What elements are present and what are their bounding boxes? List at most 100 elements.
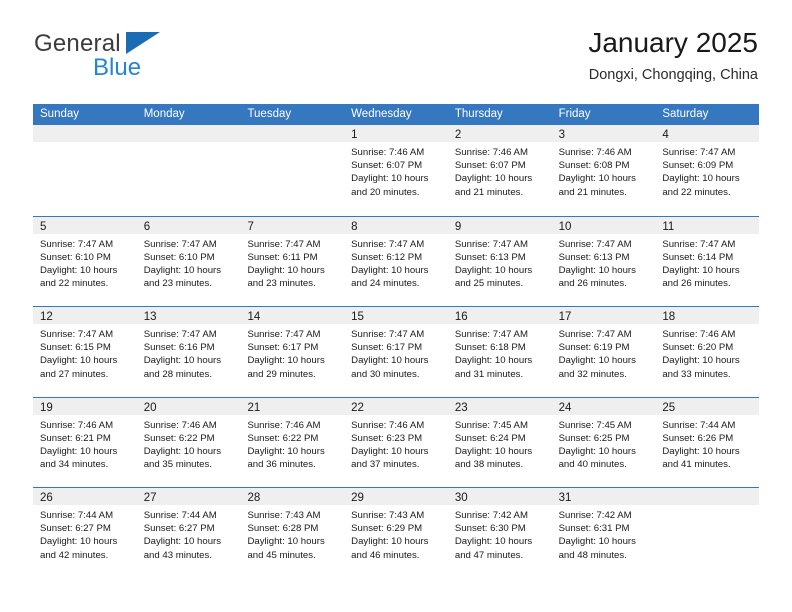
sunset-text: Sunset: 6:09 PM — [662, 160, 734, 172]
calendar-day-cell[interactable]: 28 Sunrise: 7:43 AM Sunset: 6:28 PM Dayligh… — [240, 488, 345, 578]
calendar-day-cell[interactable]: 25 Sunrise: 7:44 AM Sunset: 6:26 PM Dayligh… — [655, 397, 760, 488]
day-number: 11 — [662, 220, 675, 233]
daylight-text: Daylight: 10 hours — [662, 173, 740, 185]
calendar-day-cell[interactable]: 20 Sunrise: 7:46 AM Sunset: 6:22 PM Dayligh… — [136, 397, 241, 488]
day-details: Sunrise: 7:47 AM Sunset: 6:13 PM Daylight:… — [552, 234, 656, 291]
day-details: Sunrise: 7:46 AM Sunset: 6:21 PM Daylight:… — [33, 415, 137, 472]
daylight-text: Daylight: 10 hours — [351, 536, 429, 548]
day-number-band: 1 — [344, 125, 448, 142]
day-number-band: 25 — [655, 397, 760, 415]
sunrise-text: Sunrise: 7:46 AM — [351, 419, 425, 431]
sunset-text: Sunset: 6:15 PM — [40, 342, 111, 354]
day-number: 17 — [558, 311, 572, 323]
sunrise-text: Sunrise: 7:46 AM — [351, 147, 425, 158]
day-details: Sunrise: 7:46 AM Sunset: 6:08 PM Daylight:… — [552, 142, 656, 199]
calendar-day-cell[interactable]: 19 Sunrise: 7:46 AM Sunset: 6:21 PM Dayligh… — [33, 397, 137, 488]
daylight-text: Daylight: 10 hours — [351, 355, 429, 367]
daylight-text: Daylight: 10 hours — [558, 173, 636, 185]
sunset-text: Sunset: 6:25 PM — [558, 432, 630, 444]
page-header: General Blue January 2025 Dongxi, Chongq… — [34, 26, 758, 94]
daylight-text: Daylight: 10 hours — [558, 264, 636, 276]
calendar-day-cell[interactable]: 1 Sunrise: 7:46 AM Sunset: 6:07 PM Daylight… — [344, 125, 448, 216]
weekday-header-sunday: Sunday — [40, 108, 80, 120]
day-details: Sunrise: 7:47 AM Sunset: 6:17 PM Daylight:… — [240, 324, 344, 381]
day-number: 18 — [662, 311, 676, 323]
day-details: Sunrise: 7:47 AM Sunset: 6:10 PM Daylight:… — [137, 234, 241, 291]
day-number-band: 16 — [447, 307, 552, 324]
sunset-text: Sunset: 6:22 PM — [247, 432, 319, 444]
sunrise-text: Sunrise: 7:47 AM — [247, 329, 321, 340]
calendar-day-cell[interactable]: 17 Sunrise: 7:47 AM Sunset: 6:19 PM Dayligh… — [551, 307, 656, 397]
calendar-day-cell[interactable]: 11 Sunrise: 7:47 AM Sunset: 6:14 PM Dayligh… — [655, 216, 760, 307]
calendar-day-cell[interactable]: 26 Sunrise: 7:44 AM Sunset: 6:27 PM Dayligh… — [33, 488, 137, 578]
day-number: 27 — [143, 492, 157, 504]
sunrise-text: Sunrise: 7:46 AM — [143, 419, 217, 431]
calendar-day-cell[interactable]: 22 Sunrise: 7:46 AM Sunset: 6:23 PM Dayligh… — [344, 397, 448, 488]
day-number: 29 — [351, 492, 364, 504]
day-details: Sunrise: 7:47 AM Sunset: 6:09 PM Daylight:… — [655, 142, 759, 199]
daylight-text-cont: and 26 minutes. — [662, 278, 731, 290]
calendar-day-cell[interactable]: 3 Sunrise: 7:46 AM Sunset: 6:08 PM Daylight… — [551, 125, 656, 216]
day-details: Sunrise: 7:44 AM Sunset: 6:26 PM Daylight:… — [655, 415, 759, 472]
calendar-day-cell[interactable]: 23 Sunrise: 7:45 AM Sunset: 6:24 PM Dayligh… — [447, 397, 552, 488]
calendar-day-cell[interactable]: 29 Sunrise: 7:43 AM Sunset: 6:29 PM Dayligh… — [344, 488, 448, 578]
general-blue-logo[interactable]: General Blue — [34, 30, 234, 86]
day-number: 22 — [351, 401, 364, 414]
calendar-day-cell[interactable]: 15 Sunrise: 7:47 AM Sunset: 6:17 PM Dayligh… — [344, 307, 448, 397]
sunrise-text: Sunrise: 7:44 AM — [662, 419, 736, 431]
sunrise-text: Sunrise: 7:47 AM — [351, 329, 425, 340]
daylight-text-cont: and 31 minutes. — [454, 368, 524, 380]
daylight-text: Daylight: 10 hours — [40, 264, 118, 276]
sunset-text: Sunset: 6:11 PM — [247, 251, 318, 263]
sunrise-text: Sunrise: 7:47 AM — [40, 238, 114, 250]
daylight-text: Daylight: 10 hours — [454, 355, 533, 367]
sunset-text: Sunset: 6:28 PM — [247, 523, 319, 535]
sunset-text: Sunset: 6:30 PM — [454, 523, 526, 535]
day-number-band — [33, 125, 137, 142]
calendar-day-cell[interactable]: 27 Sunrise: 7:44 AM Sunset: 6:27 PM Dayligh… — [136, 488, 241, 578]
daylight-text-cont: and 37 minutes. — [351, 459, 420, 471]
daylight-text: Daylight: 10 hours — [143, 355, 222, 367]
day-number: 31 — [558, 492, 572, 504]
day-details: Sunrise: 7:47 AM Sunset: 6:19 PM Daylight:… — [552, 324, 656, 381]
calendar-day-cell[interactable]: 6 Sunrise: 7:47 AM Sunset: 6:10 PM Daylight… — [136, 216, 241, 307]
calendar-day-cell[interactable]: 31 Sunrise: 7:42 AM Sunset: 6:31 PM Dayligh… — [551, 488, 656, 578]
day-number: 6 — [143, 220, 151, 233]
calendar-day-cell[interactable]: 21 Sunrise: 7:46 AM Sunset: 6:22 PM Dayligh… — [240, 397, 345, 488]
sunrise-text: Sunrise: 7:46 AM — [662, 329, 736, 340]
calendar-day-cell[interactable]: 4 Sunrise: 7:47 AM Sunset: 6:09 PM Daylight… — [655, 125, 760, 216]
calendar-day-cell[interactable]: 8 Sunrise: 7:47 AM Sunset: 6:12 PM Daylight… — [344, 216, 448, 307]
day-number: 1 — [351, 129, 358, 141]
sunrise-text: Sunrise: 7:47 AM — [558, 329, 632, 340]
calendar-day-cell[interactable]: 18 Sunrise: 7:46 AM Sunset: 6:20 PM Dayligh… — [655, 307, 760, 397]
day-details: Sunrise: 7:47 AM Sunset: 6:18 PM Daylight:… — [448, 324, 552, 381]
sunrise-text: Sunrise: 7:47 AM — [662, 238, 736, 250]
daylight-text-cont: and 34 minutes. — [40, 459, 109, 471]
logo-text-blue: Blue — [93, 54, 142, 81]
daylight-text-cont: and 22 minutes. — [40, 278, 109, 290]
calendar-day-cell[interactable]: 7 Sunrise: 7:47 AM Sunset: 6:11 PM Daylight… — [240, 216, 345, 307]
calendar-day-cell[interactable]: 10 Sunrise: 7:47 AM Sunset: 6:13 PM Dayligh… — [551, 216, 656, 307]
triangle-icon — [126, 32, 160, 54]
calendar-day-cell[interactable]: 13 Sunrise: 7:47 AM Sunset: 6:16 PM Dayligh… — [136, 307, 241, 397]
sunset-text: Sunset: 6:10 PM — [143, 251, 215, 263]
page-subtitle: Dongxi, Chongqing, China — [588, 67, 758, 83]
daylight-text: Daylight: 10 hours — [247, 264, 325, 276]
calendar-day-cell[interactable]: 5 Sunrise: 7:47 AM Sunset: 6:10 PM Daylight… — [33, 216, 137, 307]
day-number: 23 — [454, 401, 468, 414]
calendar-day-cell[interactable]: 24 Sunrise: 7:45 AM Sunset: 6:25 PM Dayligh… — [551, 397, 656, 488]
day-details: Sunrise: 7:42 AM Sunset: 6:30 PM Daylight:… — [448, 505, 552, 562]
calendar-day-cell[interactable]: 9 Sunrise: 7:47 AM Sunset: 6:13 PM Daylight… — [447, 216, 552, 307]
weekday-header-friday: Friday — [558, 108, 591, 120]
calendar-day-cell[interactable]: 30 Sunrise: 7:42 AM Sunset: 6:30 PM Dayligh… — [447, 488, 552, 578]
daylight-text-cont: and 23 minutes. — [143, 278, 212, 290]
calendar-day-cell[interactable]: 14 Sunrise: 7:47 AM Sunset: 6:17 PM Dayligh… — [240, 307, 345, 397]
daylight-text: Daylight: 10 hours — [454, 445, 533, 457]
calendar-day-cell[interactable]: 16 Sunrise: 7:47 AM Sunset: 6:18 PM Dayligh… — [447, 307, 552, 397]
sunset-text: Sunset: 6:19 PM — [558, 342, 630, 354]
calendar-day-cell[interactable]: 12 Sunrise: 7:47 AM Sunset: 6:15 PM Dayligh… — [33, 307, 137, 397]
day-number: 25 — [662, 401, 676, 414]
daylight-text: Daylight: 10 hours — [247, 536, 325, 548]
day-number: 7 — [247, 220, 254, 233]
calendar-day-cell[interactable]: 2 Sunrise: 7:46 AM Sunset: 6:07 PM Daylight… — [447, 125, 552, 216]
